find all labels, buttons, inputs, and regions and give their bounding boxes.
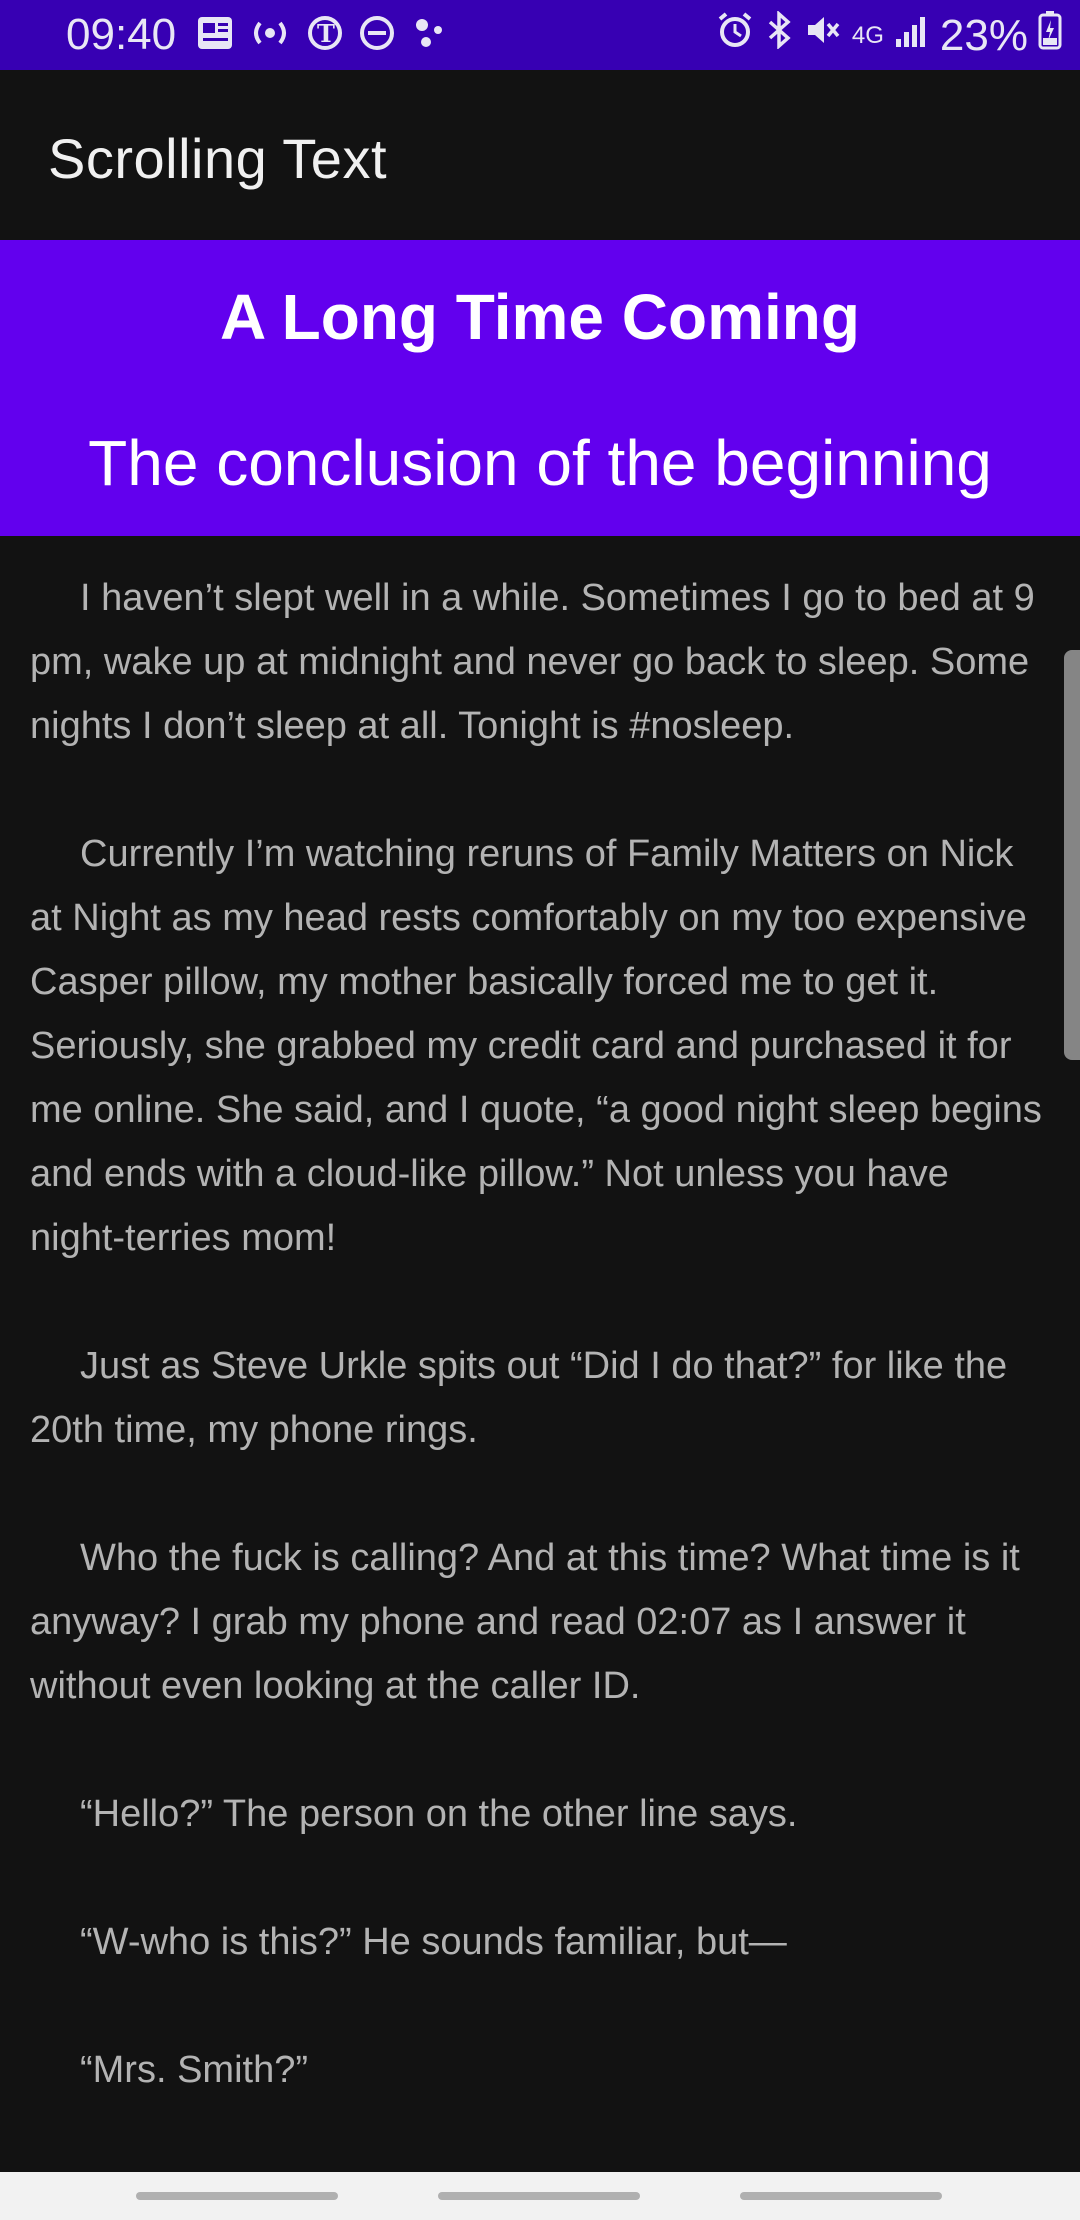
app-title: Scrolling Text <box>48 127 388 190</box>
radio-waves-icon <box>248 14 292 63</box>
dots-icon <box>410 14 448 63</box>
news-icon <box>196 14 234 63</box>
app-bar: Scrolling Text <box>0 70 1080 240</box>
nav-recents-handle[interactable] <box>136 2192 338 2200</box>
story-paragraph: Just as Steve Urkle spits out “Did I do … <box>30 1345 1008 1451</box>
signal-icon <box>894 11 930 60</box>
scrollbar-thumb[interactable] <box>1064 650 1080 1060</box>
story-paragraph: “W-who is this?” He sounds familiar, but… <box>80 1921 787 1963</box>
story-paragraph: Who the fuck is calling? And at this tim… <box>30 1537 1020 1707</box>
nav-back-handle[interactable] <box>740 2192 942 2200</box>
story-paragraph: I haven’t slept well in a while. Sometim… <box>30 577 1035 747</box>
alarm-icon <box>716 11 754 60</box>
nyt-icon: T <box>306 14 344 63</box>
mute-icon <box>804 11 842 60</box>
story-header: A Long Time Coming The conclusion of the… <box>0 240 1080 536</box>
status-bar: 09:40 T 4G 23% <box>0 0 1080 70</box>
bluetooth-icon <box>764 10 794 60</box>
status-time: 09:40 <box>66 10 177 59</box>
network-type-icon: 4G <box>851 21 884 49</box>
status-right: 4G 23% <box>716 10 1062 61</box>
story-paragraph: “Mrs. Smith?” <box>80 2049 308 2091</box>
nav-home-handle[interactable] <box>438 2192 640 2200</box>
status-left-icons: T <box>196 14 448 63</box>
story-text-scroll-area[interactable]: I haven’t slept well in a while. Sometim… <box>30 566 1050 2170</box>
story-paragraph: “Hello?” The person on the other line sa… <box>80 1793 798 1835</box>
gesture-nav-bar <box>0 2172 1080 2220</box>
do-not-disturb-icon <box>358 14 396 63</box>
story-subtitle: The conclusion of the beginning <box>88 427 992 499</box>
story-title: A Long Time Coming <box>220 281 860 353</box>
story-paragraph: Currently I’m watching reruns of Family … <box>30 833 1042 1259</box>
battery-icon <box>1038 10 1062 61</box>
battery-percent: 23% <box>939 10 1028 60</box>
svg-text:T: T <box>317 19 335 48</box>
